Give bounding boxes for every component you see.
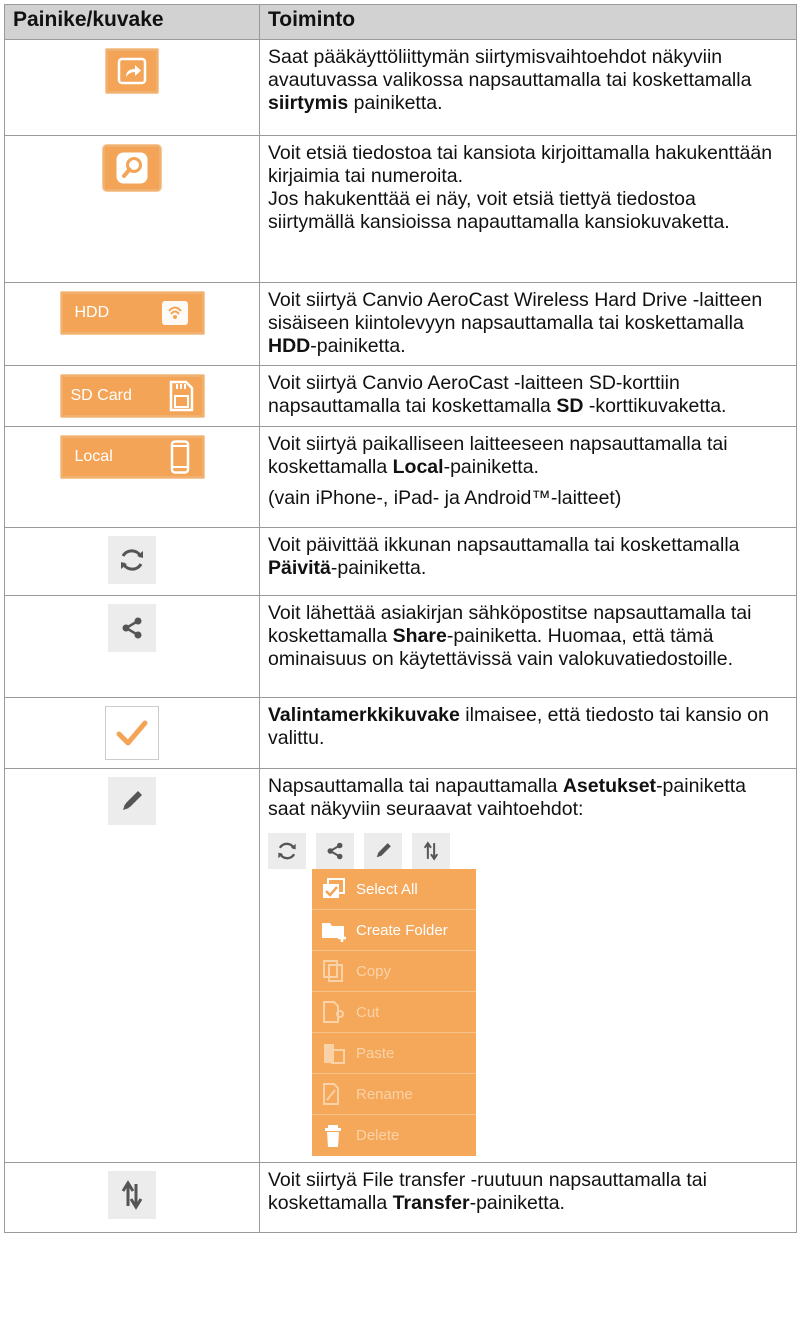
checkmark-icon xyxy=(116,720,148,746)
paste-icon xyxy=(324,1044,345,1064)
row-description: Voit päivittää ikkunan napsauttamalla ta… xyxy=(268,534,740,579)
table-row: HDD Voit siirtyä Canvio AeroCast Wireles… xyxy=(4,282,797,366)
refresh-button[interactable] xyxy=(108,536,156,584)
row-description: Voit siirtyä Canvio AeroCast -laitteen S… xyxy=(268,372,727,417)
table-header-row: Painike/kuvake Toiminto xyxy=(4,4,797,40)
row-description: Voit siirtyä paikalliseen laitteeseen na… xyxy=(268,433,728,478)
menu-item-delete[interactable]: Delete xyxy=(312,1115,476,1156)
local-button[interactable]: Local xyxy=(59,435,205,479)
settings-toolbar xyxy=(268,833,784,869)
navigation-button[interactable] xyxy=(105,48,159,94)
table-row: Voit siirtyä File transfer -ruutuun naps… xyxy=(4,1162,797,1233)
pencil-icon xyxy=(376,843,391,858)
row-description: Voit siirtyä Canvio AeroCast Wireless Ha… xyxy=(268,289,763,357)
menu-item-paste[interactable]: Paste xyxy=(312,1033,476,1074)
copy-icon xyxy=(323,960,343,982)
menu-item-cut[interactable]: Cut xyxy=(312,992,476,1033)
toolbar-share-button[interactable] xyxy=(316,833,354,869)
sd-card-icon xyxy=(169,380,193,412)
button-icon-table: Painike/kuvake Toiminto Saat pääkäyttöli… xyxy=(4,4,797,1233)
table-row: Valintamerkkikuvake ilmaisee, että tiedo… xyxy=(4,697,797,769)
header-button-icon: Painike/kuvake xyxy=(4,4,260,40)
row-description: Voit lähettää asiakirjan sähköpostitse n… xyxy=(268,602,752,670)
transfer-button[interactable] xyxy=(108,1171,156,1219)
refresh-icon xyxy=(121,549,143,571)
cut-icon xyxy=(323,1001,344,1023)
settings-button[interactable] xyxy=(108,777,156,825)
row-description: Saat pääkäyttöliittymän siirtymisvaihtoe… xyxy=(268,46,752,114)
row-description-extra: Jos hakukenttää ei näy, voit etsiä tiett… xyxy=(268,188,730,233)
hdd-button-label: HDD xyxy=(74,304,110,321)
rename-icon xyxy=(323,1083,339,1105)
share-icon xyxy=(327,842,343,860)
menu-item-select-all[interactable]: Select All xyxy=(312,869,476,910)
table-row: Saat pääkäyttöliittymän siirtymisvaihtoe… xyxy=(4,39,797,136)
table-row: Local Voit siirtyä paikalliseen laittees… xyxy=(4,426,797,528)
pencil-icon xyxy=(123,791,142,810)
local-button-label: Local xyxy=(74,448,113,465)
toolbar-transfer-button[interactable] xyxy=(412,833,450,869)
table-row: Napsauttamalla tai napauttamalla Asetuks… xyxy=(4,768,797,1163)
settings-menu: Select All Create Folder Copy Cut Paste xyxy=(312,869,476,1156)
table-row: Voit päivittää ikkunan napsauttamalla ta… xyxy=(4,527,797,596)
transfer-arrows-icon xyxy=(423,841,439,861)
row-description: Voit etsiä tiedostoa tai kansiota kirjoi… xyxy=(268,142,773,187)
sd-card-button[interactable]: SD Card xyxy=(59,374,205,418)
menu-item-rename[interactable]: Rename xyxy=(312,1074,476,1115)
checkmark-button[interactable] xyxy=(105,706,159,760)
refresh-icon xyxy=(278,842,296,860)
toolbar-settings-button[interactable] xyxy=(364,833,402,869)
row-description: Voit siirtyä File transfer -ruutuun naps… xyxy=(268,1169,707,1214)
wireless-drive-icon xyxy=(161,301,188,325)
hdd-button[interactable]: HDD xyxy=(59,291,205,335)
row-description: Napsauttamalla tai napauttamalla Asetuks… xyxy=(268,775,747,820)
toolbar-refresh-button[interactable] xyxy=(268,833,306,869)
row-description: Valintamerkkikuvake ilmaisee, että tiedo… xyxy=(268,704,769,749)
navigation-arrow-icon xyxy=(117,57,147,85)
new-folder-icon xyxy=(322,923,346,942)
menu-item-copy[interactable]: Copy xyxy=(312,951,476,992)
transfer-arrows-icon xyxy=(121,1180,143,1210)
search-icon xyxy=(116,152,148,184)
share-icon xyxy=(122,617,142,639)
table-row: Voit etsiä tiedostoa tai kansiota kirjoi… xyxy=(4,135,797,283)
sd-card-button-label: SD Card xyxy=(70,387,132,404)
search-button[interactable] xyxy=(102,144,162,192)
select-all-icon xyxy=(323,878,345,898)
menu-item-create-folder[interactable]: Create Folder xyxy=(312,910,476,951)
share-button[interactable] xyxy=(108,604,156,652)
phone-icon xyxy=(170,440,189,474)
table-row: SD Card Voit siirtyä Canvio AeroCast -la… xyxy=(4,365,797,427)
trash-icon xyxy=(325,1124,341,1147)
row-note: (vain iPhone-, iPad- ja Android™-laittee… xyxy=(268,487,622,509)
header-function: Toiminto xyxy=(259,4,797,40)
table-row: Voit lähettää asiakirjan sähköpostitse n… xyxy=(4,595,797,698)
